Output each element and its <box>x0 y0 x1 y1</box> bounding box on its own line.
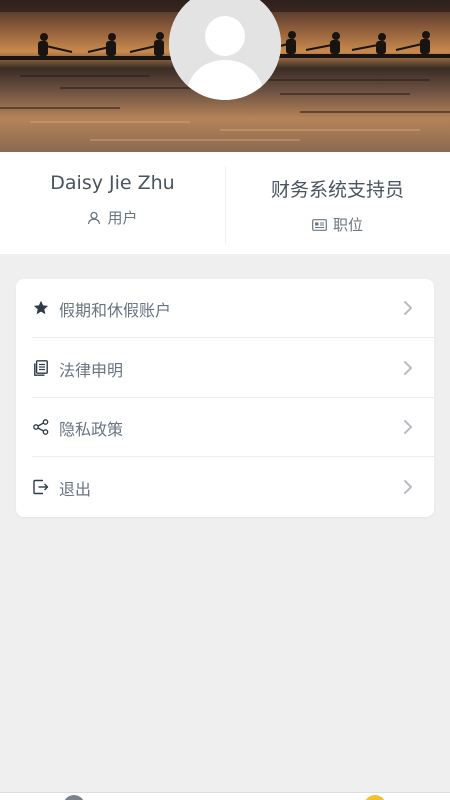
user-caption: 用户 <box>0 207 225 228</box>
share-icon <box>32 418 50 436</box>
menu-item-vacation-accounts[interactable]: 假期和休假账户 <box>16 279 434 338</box>
menu-item-logout[interactable]: 退出 <box>16 458 434 517</box>
chevron-right-icon <box>402 360 414 376</box>
position-section: 财务系统支持员 职位 <box>225 152 450 254</box>
user-icon <box>87 211 101 225</box>
bottom-tab-bar <box>0 792 450 800</box>
menu-item-label: 退出 <box>59 480 92 499</box>
logout-icon <box>32 478 50 496</box>
menu-item-label: 假期和休假账户 <box>59 301 172 320</box>
tab-icon-left[interactable] <box>63 795 85 800</box>
id-card-icon <box>312 218 327 231</box>
profile-page: Daisy Jie Zhu 用户 财务系统支持员 职位 假期和休假账户 法律申明… <box>0 0 450 800</box>
user-name-section: Daisy Jie Zhu 用户 <box>0 152 225 254</box>
menu-item-label: 法律申明 <box>59 361 124 380</box>
user-caption-label: 用户 <box>107 209 138 227</box>
settings-menu: 假期和休假账户 法律申明 隐私政策 退出 <box>16 279 434 517</box>
chevron-right-icon <box>402 419 414 435</box>
profile-info-panel: Daisy Jie Zhu 用户 财务系统支持员 职位 <box>0 152 450 254</box>
menu-item-label: 隐私政策 <box>59 420 124 439</box>
star-icon <box>32 299 50 317</box>
menu-item-privacy-policy[interactable]: 隐私政策 <box>16 398 434 457</box>
job-position: 财务系统支持员 <box>270 179 404 201</box>
menu-divider <box>32 456 434 457</box>
menu-item-legal-statement[interactable]: 法律申明 <box>16 339 434 398</box>
document-icon <box>32 359 50 377</box>
position-caption: 职位 <box>225 214 450 235</box>
chevron-right-icon <box>402 479 414 495</box>
chevron-right-icon <box>402 300 414 316</box>
user-name: Daisy Jie Zhu <box>50 172 175 194</box>
tab-icon-profile-active[interactable] <box>364 795 386 800</box>
position-caption-label: 职位 <box>332 216 363 234</box>
menu-divider <box>32 337 434 338</box>
